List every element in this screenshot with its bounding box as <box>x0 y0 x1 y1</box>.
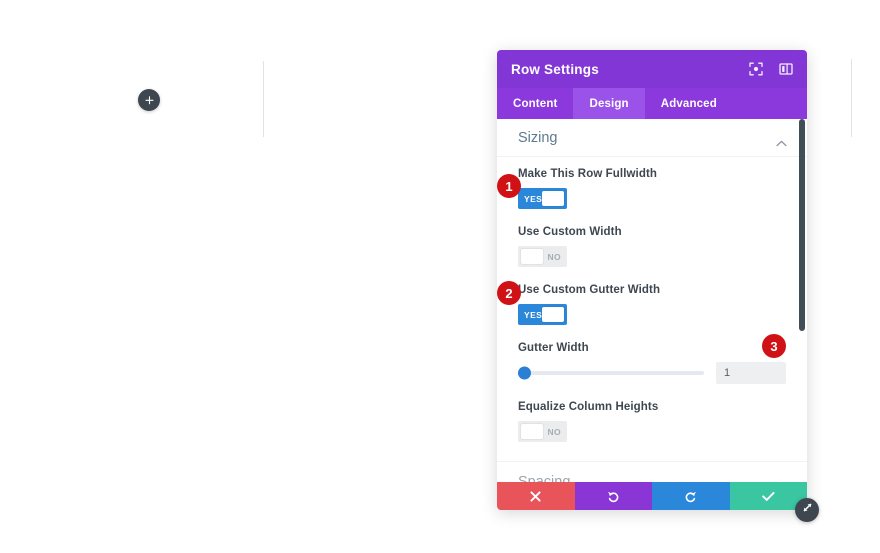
toggle-value: NO <box>547 426 561 437</box>
chevron-up-icon <box>776 134 787 147</box>
close-icon <box>530 490 541 502</box>
resize-diagonal-icon <box>801 501 814 519</box>
field-make-row-fullwidth: Make This Row Fullwidth YES <box>518 168 786 209</box>
redo-button[interactable] <box>652 482 730 510</box>
toggle-equalize-column-heights[interactable]: NO <box>518 421 567 442</box>
redo-icon <box>684 490 697 503</box>
toggle-use-custom-gutter-width[interactable]: YES <box>518 304 567 325</box>
tab-content[interactable]: Content <box>497 88 573 119</box>
toggle-make-row-fullwidth[interactable]: YES <box>518 188 567 209</box>
annotation-badge-2: 2 <box>497 281 521 305</box>
field-use-custom-width: Use Custom Width NO <box>518 226 786 267</box>
resize-handle[interactable] <box>795 498 819 522</box>
tab-advanced[interactable]: Advanced <box>645 88 733 119</box>
toggle-knob <box>521 249 543 264</box>
toggle-value: YES <box>524 193 543 204</box>
field-gutter-width: Gutter Width <box>518 342 786 384</box>
toggle-value: NO <box>547 251 561 262</box>
undo-icon <box>607 490 620 503</box>
field-label: Equalize Column Heights <box>518 401 659 413</box>
chevron-down-icon <box>776 478 787 482</box>
undo-button[interactable] <box>574 482 652 510</box>
panel-scrollbar[interactable] <box>799 119 805 331</box>
section-title-sizing: Sizing <box>518 129 558 146</box>
toggle-knob <box>542 307 564 322</box>
field-label: Make This Row Fullwidth <box>518 168 658 180</box>
responsive-preview-icon[interactable] <box>749 62 763 76</box>
gutter-width-input[interactable] <box>716 362 786 384</box>
annotation-badge-1: 1 <box>497 174 521 198</box>
annotation-badge-3: 3 <box>762 334 786 358</box>
field-label: Use Custom Width <box>518 226 622 238</box>
field-label: Gutter Width <box>518 342 589 354</box>
canvas-divider-left <box>263 61 264 137</box>
split-layout-icon[interactable] <box>779 62 793 76</box>
toggle-use-custom-width[interactable]: NO <box>518 246 567 267</box>
slider-handle[interactable] <box>518 366 531 380</box>
toggle-knob <box>542 191 564 206</box>
field-use-custom-gutter-width: Use Custom Gutter Width YES <box>518 284 786 325</box>
toggle-value: YES <box>524 309 543 320</box>
field-equalize-column-heights: Equalize Column Heights NO <box>518 401 786 442</box>
page-title: Row Settings <box>511 61 599 77</box>
field-label: Use Custom Gutter Width <box>518 284 661 296</box>
modal-header: Row Settings <box>497 50 807 88</box>
gutter-width-slider-row <box>518 362 786 384</box>
modal-header-icons <box>749 62 793 76</box>
modal-tabs: Content Design Advanced <box>497 88 807 119</box>
section-title-spacing: Spacing <box>518 473 571 483</box>
canvas-divider-right <box>851 59 852 137</box>
check-icon <box>762 491 775 502</box>
modal-body: Sizing Make This Row Fullwidth YES Use C… <box>497 119 807 482</box>
section-header-spacing[interactable]: Spacing <box>497 461 807 482</box>
gutter-width-slider[interactable] <box>518 363 704 383</box>
section-header-sizing[interactable]: Sizing <box>497 119 807 157</box>
sizing-fields: Make This Row Fullwidth YES Use Custom W… <box>497 157 807 442</box>
modal-action-bar <box>497 482 807 510</box>
add-row-button[interactable] <box>138 89 160 111</box>
slider-track <box>518 371 704 375</box>
toggle-knob <box>521 424 543 439</box>
row-settings-modal: Row Settings Content Design Advanced Siz… <box>497 50 819 522</box>
plus-icon <box>144 95 154 105</box>
cancel-button[interactable] <box>497 482 575 510</box>
tab-design[interactable]: Design <box>573 88 645 119</box>
